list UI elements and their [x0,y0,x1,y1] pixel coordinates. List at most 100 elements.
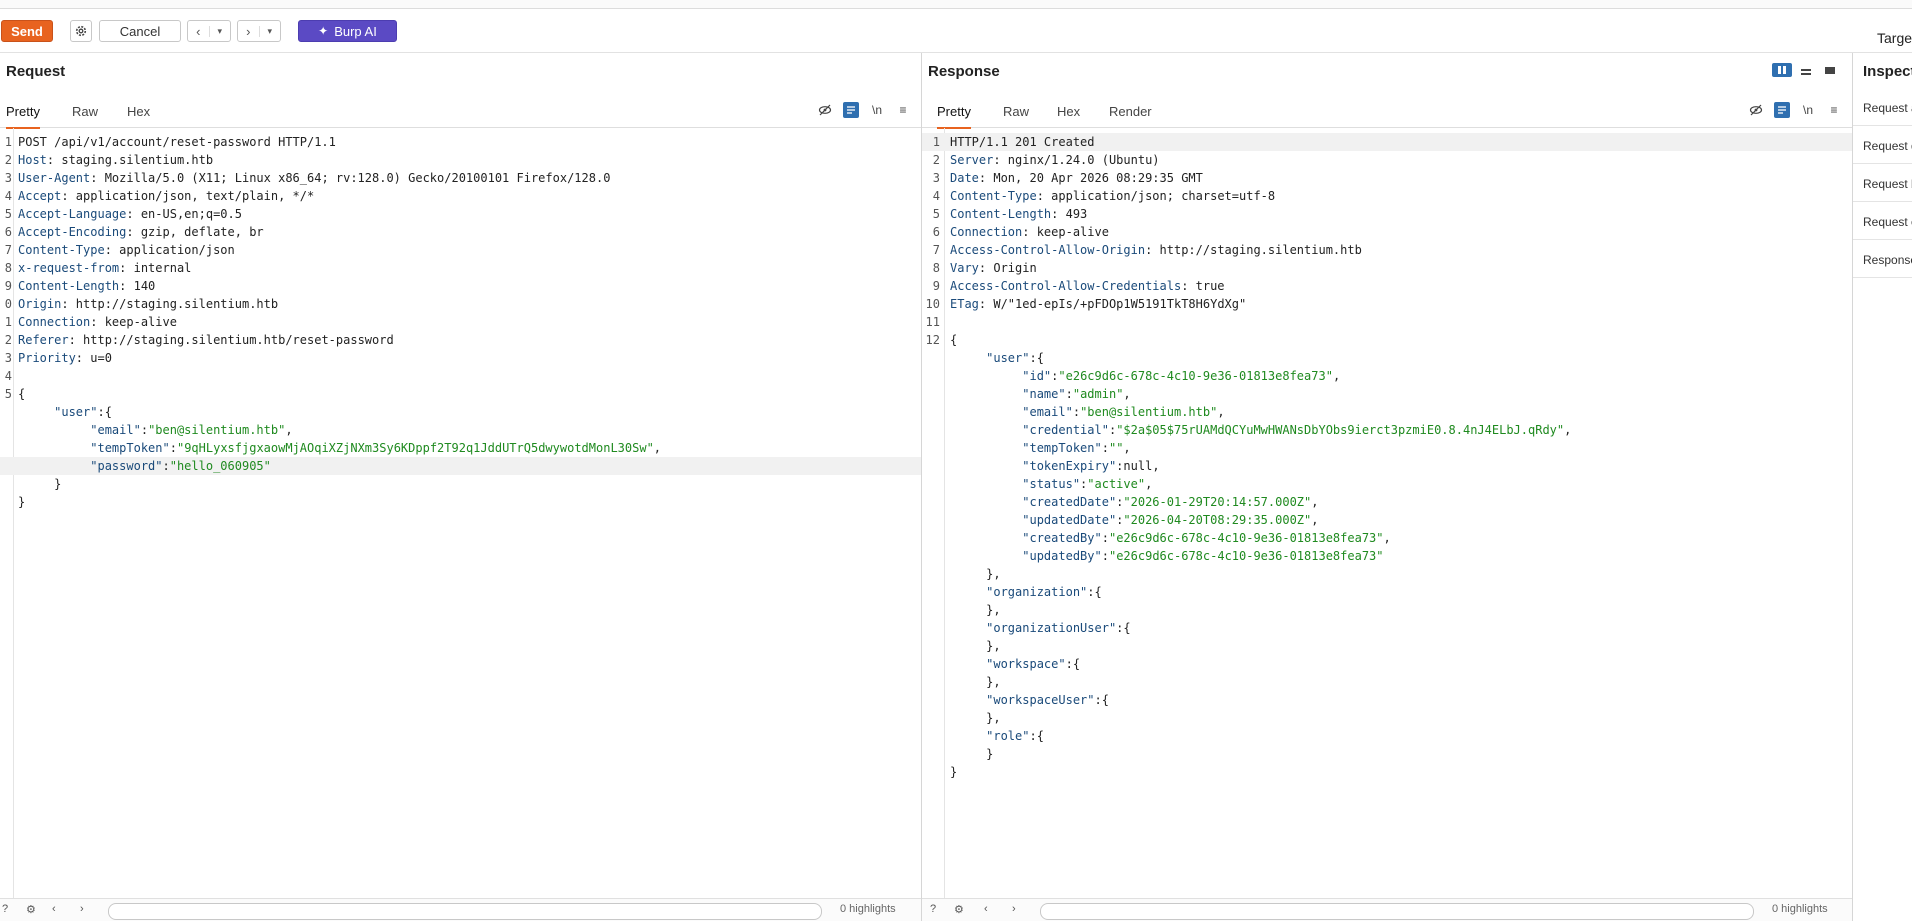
code-line[interactable]: 6 Connection: keep-alive [922,223,1852,241]
code-line[interactable]: }, [922,565,1852,583]
code-line[interactable]: 2 Referer: http://staging.silentium.htb/r… [0,331,921,349]
code-line[interactable]: "credential":"$2a$05$75rUAMdQCYuMwHWANsD… [922,421,1852,439]
code-line[interactable]: "tempToken":"", [922,439,1852,457]
code-line[interactable]: 5 Content-Length: 493 [922,205,1852,223]
inspector-request-cookies[interactable]: Request cookies [1853,204,1912,240]
code-line[interactable]: "workspace":{ [922,655,1852,673]
newline-toggle-icon[interactable]: \n [1800,102,1816,118]
code-line[interactable]: } [922,745,1852,763]
menu-icon[interactable]: ≡ [1826,102,1842,118]
code-line[interactable]: 1 POST /api/v1/account/reset-password HTT… [0,133,921,151]
code-line[interactable]: 6 Accept-Encoding: gzip, deflate, br [0,223,921,241]
code-line[interactable]: "organization":{ [922,583,1852,601]
hide-eye-icon[interactable] [817,102,833,118]
code-line[interactable]: 11 [922,313,1852,331]
burp-ai-button[interactable]: ✦ Burp AI [298,20,397,42]
code-line[interactable]: 4 Accept: application/json, text/plain, *… [0,187,921,205]
code-line[interactable]: "id":"e26c9d6c-678c-4c10-9e36-01813e8fea… [922,367,1852,385]
code-line[interactable]: 1 Connection: keep-alive [0,313,921,331]
chevron-left-icon[interactable]: ‹ [52,903,66,917]
message-actions-icon[interactable] [843,102,859,118]
response-editor[interactable]: 1 HTTP/1.1 201 Created 2 Server: nginx/1.24… [922,128,1852,899]
menu-icon[interactable]: ≡ [895,102,911,118]
chevron-left-icon[interactable]: ‹ [984,903,998,917]
tab-hex[interactable]: Hex [1057,104,1080,127]
code-line[interactable]: "password":"hello_060905" [0,457,921,475]
code-line[interactable]: 5 Accept-Language: en-US,en;q=0.5 [0,205,921,223]
code-line[interactable]: 3 User-Agent: Mozilla/5.0 (X11; Linux x86… [0,169,921,187]
single-pane-icon[interactable] [1820,63,1840,77]
code-line[interactable]: 7 Access-Control-Allow-Origin: http://sta… [922,241,1852,259]
code-line[interactable]: "user":{ [0,403,921,421]
code-line[interactable]: "status":"active", [922,475,1852,493]
chevron-right-icon[interactable]: › [238,24,259,39]
code-line[interactable]: }, [922,709,1852,727]
code-line[interactable]: "updatedBy":"e26c9d6c-678c-4c10-9e36-018… [922,547,1852,565]
code-line[interactable]: 5{ [0,385,921,403]
code-line[interactable]: "role":{ [922,727,1852,745]
code-line[interactable]: 4 [0,367,921,385]
chevron-left-icon[interactable]: ‹ [188,24,209,39]
gear-icon[interactable]: ⚙ [26,903,40,917]
code-line[interactable]: "organizationUser":{ [922,619,1852,637]
code-line[interactable]: "name":"admin", [922,385,1852,403]
code-line[interactable]: "workspaceUser":{ [922,691,1852,709]
code-line[interactable]: "tempToken":"9qHLyxsfjgxaowMjAOqiXZjNXm3… [0,439,921,457]
code-line[interactable]: "tokenExpiry":null, [922,457,1852,475]
code-line[interactable]: 3 Priority: u=0 [0,349,921,367]
code-line[interactable]: "updatedDate":"2026-04-20T08:29:35.000Z"… [922,511,1852,529]
chevron-right-icon[interactable]: › [80,903,94,917]
code-line[interactable]: }, [922,601,1852,619]
chevron-down-icon[interactable]: ▾ [208,25,231,37]
settings-gear-button[interactable] [70,20,92,42]
cancel-button[interactable]: Cancel [99,20,181,42]
code-line[interactable]: } [922,763,1852,781]
code-line[interactable]: 0 Origin: http://staging.silentium.htb [0,295,921,313]
code-line[interactable]: 12 { [922,331,1852,349]
code-line[interactable]: 10 ETag: W/"1ed-epIs/+pFDOp1W5191TkT8H6Yd… [922,295,1852,313]
chevron-down-icon[interactable]: ▾ [258,25,281,37]
inspector-request-attributes[interactable]: Request attributes [1853,90,1912,126]
code-line[interactable]: }, [922,673,1852,691]
history-forward-control[interactable]: › ▾ [237,20,281,42]
code-line[interactable]: } [0,475,921,493]
newline-toggle-icon[interactable]: \n [869,102,885,118]
inspector-request-body[interactable]: Request body parameters [1853,166,1912,202]
message-actions-icon[interactable] [1774,102,1790,118]
hide-eye-icon[interactable] [1748,102,1764,118]
code-line[interactable]: "createdDate":"2026-01-29T20:14:57.000Z"… [922,493,1852,511]
code-line[interactable]: 9 Access-Control-Allow-Credentials: true [922,277,1852,295]
code-line[interactable]: "createdBy":"e26c9d6c-678c-4c10-9e36-018… [922,529,1852,547]
inspector-request-query[interactable]: Request query parameters [1853,128,1912,164]
code-line[interactable]: 1 HTTP/1.1 201 Created [922,133,1852,151]
code-line[interactable]: } [0,493,921,511]
search-input[interactable] [108,903,822,920]
inspector-response-headers[interactable]: Response headers [1853,242,1912,278]
tab-raw[interactable]: Raw [1003,104,1029,127]
help-icon[interactable]: ? [2,903,16,917]
code-line[interactable]: 3 Date: Mon, 20 Apr 2026 08:29:35 GMT [922,169,1852,187]
code-line[interactable]: }, [922,637,1852,655]
tab-pretty[interactable]: Pretty [937,104,971,129]
code-line[interactable]: 7 Content-Type: application/json [0,241,921,259]
tab-pretty[interactable]: Pretty [6,104,40,129]
tab-render[interactable]: Render [1109,104,1152,127]
split-horizontal-icon[interactable] [1796,63,1816,77]
tab-raw[interactable]: Raw [72,104,98,127]
code-line[interactable]: "user":{ [922,349,1852,367]
code-line[interactable]: 8 Vary: Origin [922,259,1852,277]
help-icon[interactable]: ? [930,903,944,917]
split-vertical-icon[interactable] [1772,63,1792,77]
code-line[interactable]: 8 x-request-from: internal [0,259,921,277]
code-line[interactable]: 4 Content-Type: application/json; charset… [922,187,1852,205]
chevron-right-icon[interactable]: › [1012,903,1026,917]
tab-hex[interactable]: Hex [127,104,150,127]
send-button[interactable]: Send [1,20,53,42]
history-back-control[interactable]: ‹ ▾ [187,20,231,42]
code-line[interactable]: 9 Content-Length: 140 [0,277,921,295]
target-label[interactable]: Targe [1877,30,1912,46]
gear-icon[interactable]: ⚙ [954,903,968,917]
code-line[interactable]: 2 Host: staging.silentium.htb [0,151,921,169]
search-input[interactable] [1040,903,1754,920]
request-editor[interactable]: 1 POST /api/v1/account/reset-password HTT… [0,128,921,899]
